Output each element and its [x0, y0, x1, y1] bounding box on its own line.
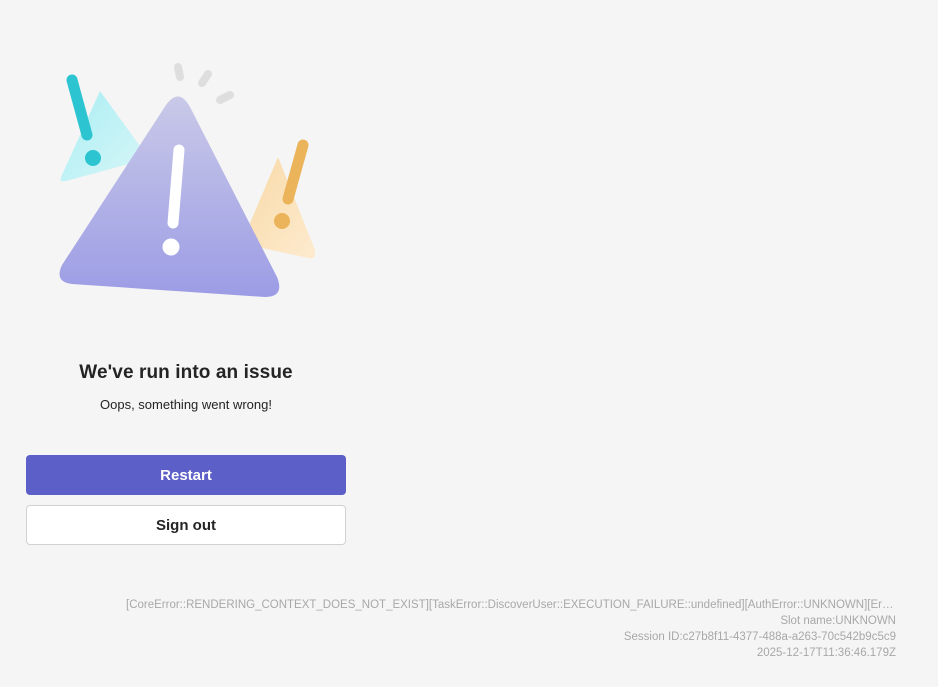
error-title: We've run into an issue — [79, 362, 293, 383]
slot-name: Slot name:UNKNOWN — [780, 615, 896, 627]
error-timestamp: 2025-12-17T11:36:46.179Z — [756, 647, 896, 659]
warning-illustration — [59, 63, 316, 297]
spark-lines-icon — [174, 63, 234, 104]
diagnostics-info: [CoreError::RENDERING_CONTEXT_DOES_NOT_E… — [126, 597, 896, 661]
error-panel: We've run into an issue Oops, something … — [26, 360, 346, 545]
restart-button[interactable]: Restart — [26, 455, 346, 495]
session-id: Session ID:c27b8f11-4377-488a-a263-70c54… — [623, 631, 896, 643]
error-codes: [CoreError::RENDERING_CONTEXT_DOES_NOT_E… — [126, 599, 896, 611]
error-message: Oops, something went wrong! — [100, 397, 272, 412]
error-page: We've run into an issue Oops, something … — [0, 0, 938, 687]
sign-out-button[interactable]: Sign out — [26, 505, 346, 545]
